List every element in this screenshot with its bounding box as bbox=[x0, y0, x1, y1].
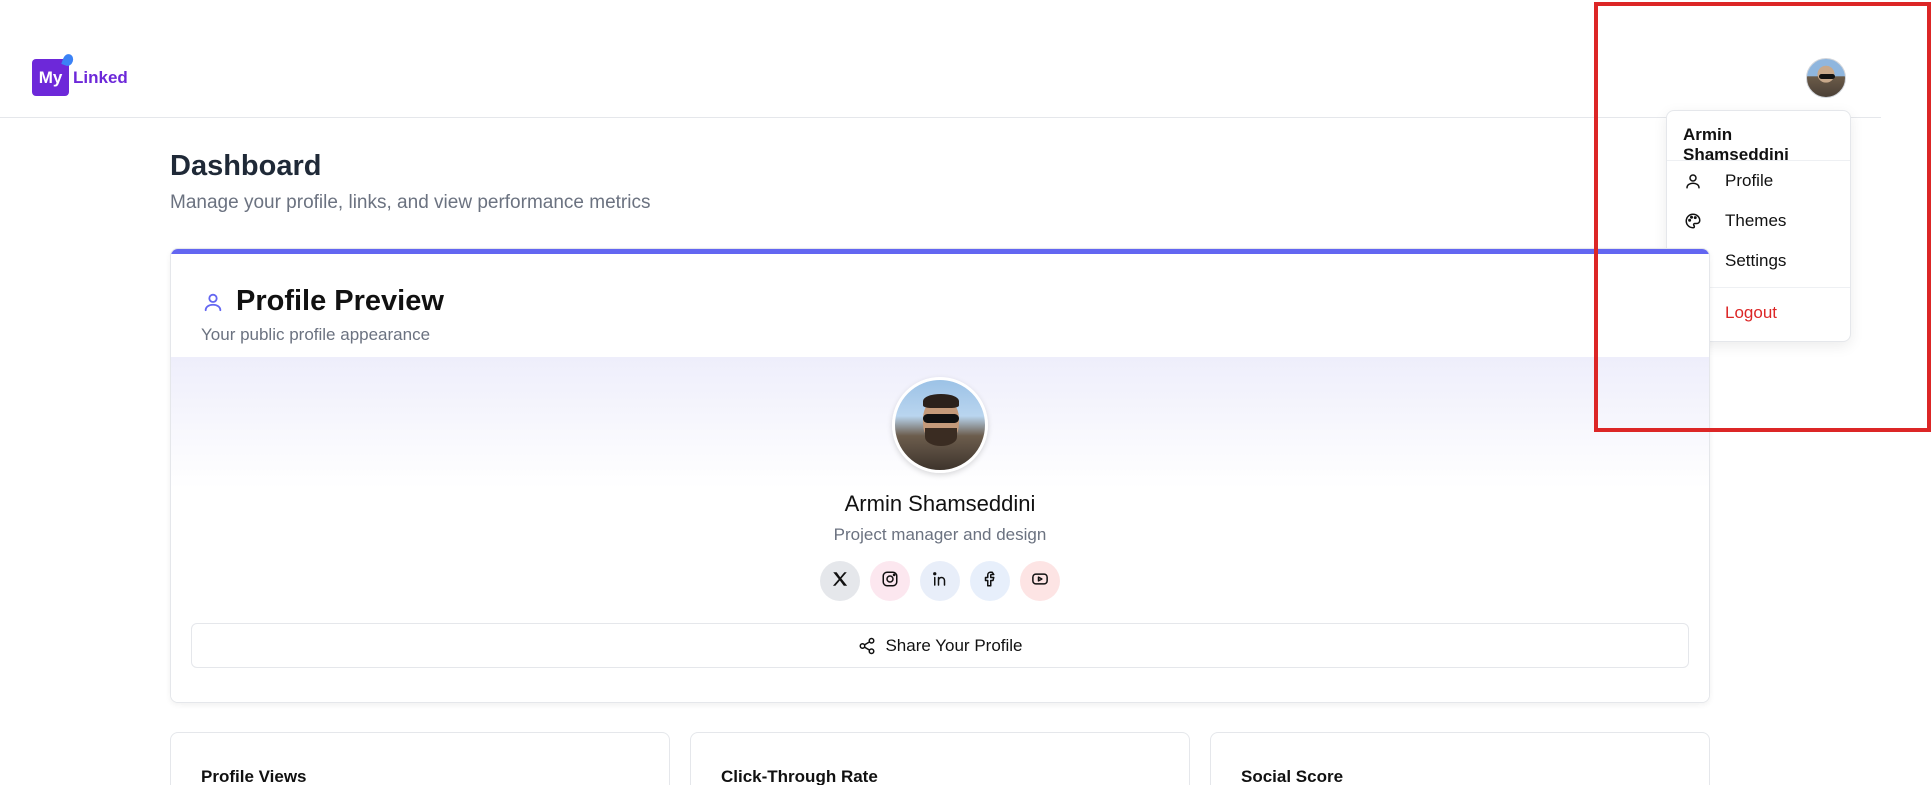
x-icon bbox=[831, 570, 849, 593]
linkedin-icon bbox=[931, 570, 949, 593]
instagram-icon bbox=[881, 570, 899, 593]
highlight-box bbox=[1594, 2, 1931, 432]
profile-avatar bbox=[892, 377, 988, 473]
social-links bbox=[171, 561, 1709, 601]
logo-text: Linked bbox=[73, 67, 128, 87]
stat-label: Click-Through Rate bbox=[721, 767, 878, 785]
stat-card-profile-views: Profile Views bbox=[170, 732, 670, 785]
social-link-youtube[interactable] bbox=[1020, 561, 1060, 601]
social-link-instagram[interactable] bbox=[870, 561, 910, 601]
share-button-label: Share Your Profile bbox=[885, 635, 1023, 655]
card-accent-bar bbox=[171, 249, 1709, 254]
avatar-glasses bbox=[923, 414, 959, 423]
stat-label: Social Score bbox=[1241, 767, 1344, 785]
stat-card-click-through-rate: Click-Through Rate bbox=[690, 732, 1190, 785]
avatar-hair bbox=[923, 394, 959, 408]
profile-role: Project manager and design bbox=[833, 525, 1047, 544]
avatar-beard bbox=[925, 428, 957, 446]
logo-mark: My bbox=[32, 59, 69, 96]
facebook-icon bbox=[981, 570, 999, 593]
card-header: Profile Preview bbox=[201, 285, 444, 318]
social-link-facebook[interactable] bbox=[970, 561, 1010, 601]
page-subtitle: Manage your profile, links, and view per… bbox=[170, 192, 651, 213]
profile-name: Armin Shamseddini bbox=[844, 491, 1036, 516]
page-title: Dashboard bbox=[170, 150, 322, 182]
stat-card-social-score: Social Score bbox=[1210, 732, 1710, 785]
card-title: Profile Preview bbox=[236, 285, 444, 317]
page: My Linked Armin Shamseddini Profile Them… bbox=[0, 0, 1932, 785]
share-icon bbox=[857, 636, 877, 656]
youtube-icon bbox=[1031, 570, 1049, 593]
stat-label: Profile Views bbox=[201, 767, 307, 785]
profile-preview-card: Profile Preview Your public profile appe… bbox=[170, 248, 1710, 703]
app-logo[interactable]: My Linked bbox=[32, 59, 128, 96]
profile-preview-area: Armin Shamseddini Project manager and de… bbox=[171, 357, 1709, 702]
user-icon bbox=[201, 290, 225, 314]
card-subtitle: Your public profile appearance bbox=[201, 325, 431, 344]
social-link-x[interactable] bbox=[820, 561, 860, 601]
share-profile-button[interactable]: Share Your Profile bbox=[191, 623, 1689, 668]
social-link-linkedin[interactable] bbox=[920, 561, 960, 601]
